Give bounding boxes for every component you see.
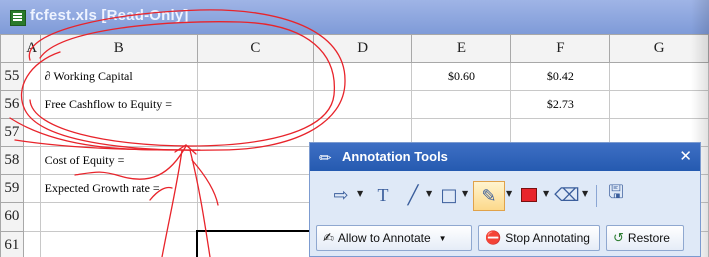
pen-icon: ✏ bbox=[319, 149, 332, 167]
cell-f55[interactable]: $0.42 bbox=[510, 62, 611, 91]
cell-c56[interactable] bbox=[196, 90, 314, 119]
ink-color-dropdown-icon[interactable]: ▼ bbox=[543, 189, 549, 198]
allow-annotate-dropdown-icon: ▼ bbox=[438, 233, 447, 243]
allow-to-annotate-button[interactable]: ✍ Allow to Annotate ▼ bbox=[316, 225, 472, 251]
allow-to-annotate-label: Allow to Annotate bbox=[337, 231, 431, 245]
row-header-61[interactable]: 61 bbox=[0, 230, 24, 257]
table-row: 56 Free Cashflow to Equity = $2.73 bbox=[0, 90, 709, 119]
cell-b55[interactable]: ∂ Working Capital bbox=[39, 62, 198, 91]
stop-annotate-icon: ⛔ bbox=[485, 230, 502, 246]
annotation-tools-panel: ✏ Annotation Tools ✕ ⇨ ▼ T ╱ ▼ □ ▼ ✎ ▼ ▼… bbox=[309, 142, 701, 257]
arrow-tool-dropdown-icon[interactable]: ▼ bbox=[357, 189, 363, 198]
cell-b59[interactable]: Expected Growth rate = bbox=[39, 174, 198, 203]
column-header-row: A B C D E F G bbox=[0, 34, 709, 63]
title-bar: fcfest.xls [Read-Only] bbox=[0, 0, 709, 34]
stop-annotating-button[interactable]: ⛔ Stop Annotating bbox=[478, 225, 600, 251]
cell-e55[interactable]: $0.60 bbox=[411, 62, 512, 91]
cell-c60[interactable] bbox=[196, 202, 314, 232]
stop-annotating-label: Stop Annotating bbox=[505, 231, 590, 245]
row-header-58[interactable]: 58 bbox=[0, 146, 24, 175]
select-all-corner[interactable] bbox=[0, 34, 24, 63]
row-header-60[interactable]: 60 bbox=[0, 202, 24, 232]
cell-a60[interactable] bbox=[22, 202, 41, 232]
allow-annotate-icon: ✍ bbox=[323, 230, 334, 246]
row-header-57[interactable]: 57 bbox=[0, 118, 24, 147]
window-title: fcfest.xls [Read-Only] bbox=[30, 7, 189, 24]
close-icon[interactable]: ✕ bbox=[679, 147, 692, 165]
cell-a55[interactable] bbox=[22, 62, 41, 91]
cell-b57[interactable] bbox=[39, 118, 198, 147]
column-header-d[interactable]: D bbox=[312, 34, 413, 63]
column-header-e[interactable]: E bbox=[411, 34, 512, 63]
cell-b56[interactable]: Free Cashflow to Equity = bbox=[39, 90, 198, 119]
cell-c58[interactable] bbox=[196, 146, 314, 175]
text-tool-icon[interactable]: T bbox=[372, 181, 394, 209]
cell-d56[interactable] bbox=[312, 90, 413, 119]
line-tool-icon[interactable]: ╱ bbox=[402, 181, 424, 209]
toolbar-separator bbox=[596, 185, 597, 207]
cell-c61[interactable] bbox=[196, 230, 314, 257]
annotation-panel-header[interactable]: ✏ Annotation Tools ✕ bbox=[310, 143, 700, 171]
column-header-c[interactable]: C bbox=[196, 34, 314, 63]
ink-color-icon[interactable] bbox=[517, 181, 541, 209]
annotation-button-row: ✍ Allow to Annotate ▼ ⛔ Stop Annotating … bbox=[310, 221, 700, 255]
cell-b60[interactable] bbox=[39, 202, 198, 232]
row-header-55[interactable]: 55 bbox=[0, 62, 24, 91]
table-row: 55 ∂ Working Capital $0.60 $0.42 bbox=[0, 62, 709, 91]
save-icon[interactable]: 🖫 bbox=[604, 181, 628, 209]
cell-b61[interactable] bbox=[39, 230, 198, 257]
annotation-panel-title: Annotation Tools bbox=[342, 149, 448, 164]
cell-c59[interactable] bbox=[196, 174, 314, 203]
pen-tool-dropdown-icon[interactable]: ▼ bbox=[506, 189, 512, 198]
cell-c55[interactable] bbox=[196, 62, 314, 91]
rectangle-tool-icon[interactable]: □ bbox=[438, 181, 460, 209]
eraser-tool-dropdown-icon[interactable]: ▼ bbox=[582, 189, 588, 198]
cell-a56[interactable] bbox=[22, 90, 41, 119]
restore-button[interactable]: ↺ Restore bbox=[606, 225, 684, 251]
cell-c57[interactable] bbox=[196, 118, 314, 147]
column-header-a[interactable]: A bbox=[22, 34, 41, 63]
restore-label: Restore bbox=[627, 231, 670, 245]
cell-a61[interactable] bbox=[22, 230, 41, 257]
pen-tool-icon[interactable]: ✎ bbox=[473, 181, 505, 211]
eraser-tool-icon[interactable]: ⌫ bbox=[554, 181, 579, 209]
excel-file-icon bbox=[10, 10, 26, 26]
restore-icon: ↺ bbox=[613, 230, 624, 246]
cell-a59[interactable] bbox=[22, 174, 41, 203]
row-header-59[interactable]: 59 bbox=[0, 174, 24, 203]
arrow-tool-icon[interactable]: ⇨ bbox=[328, 181, 354, 209]
row-header-56[interactable]: 56 bbox=[0, 90, 24, 119]
column-header-b[interactable]: B bbox=[39, 34, 198, 63]
cell-a57[interactable] bbox=[22, 118, 41, 147]
cell-b58[interactable]: Cost of Equity = bbox=[39, 146, 198, 175]
cell-a58[interactable] bbox=[22, 146, 41, 175]
cell-d55[interactable] bbox=[312, 62, 413, 91]
line-tool-dropdown-icon[interactable]: ▼ bbox=[426, 189, 432, 198]
annotation-tool-row: ⇨ ▼ T ╱ ▼ □ ▼ ✎ ▼ ▼ ⌫ ▼ 🖫 bbox=[310, 175, 700, 215]
rectangle-tool-dropdown-icon[interactable]: ▼ bbox=[462, 189, 468, 198]
cell-f56[interactable]: $2.73 bbox=[510, 90, 611, 119]
column-header-f[interactable]: F bbox=[510, 34, 611, 63]
cell-e56[interactable] bbox=[411, 90, 512, 119]
